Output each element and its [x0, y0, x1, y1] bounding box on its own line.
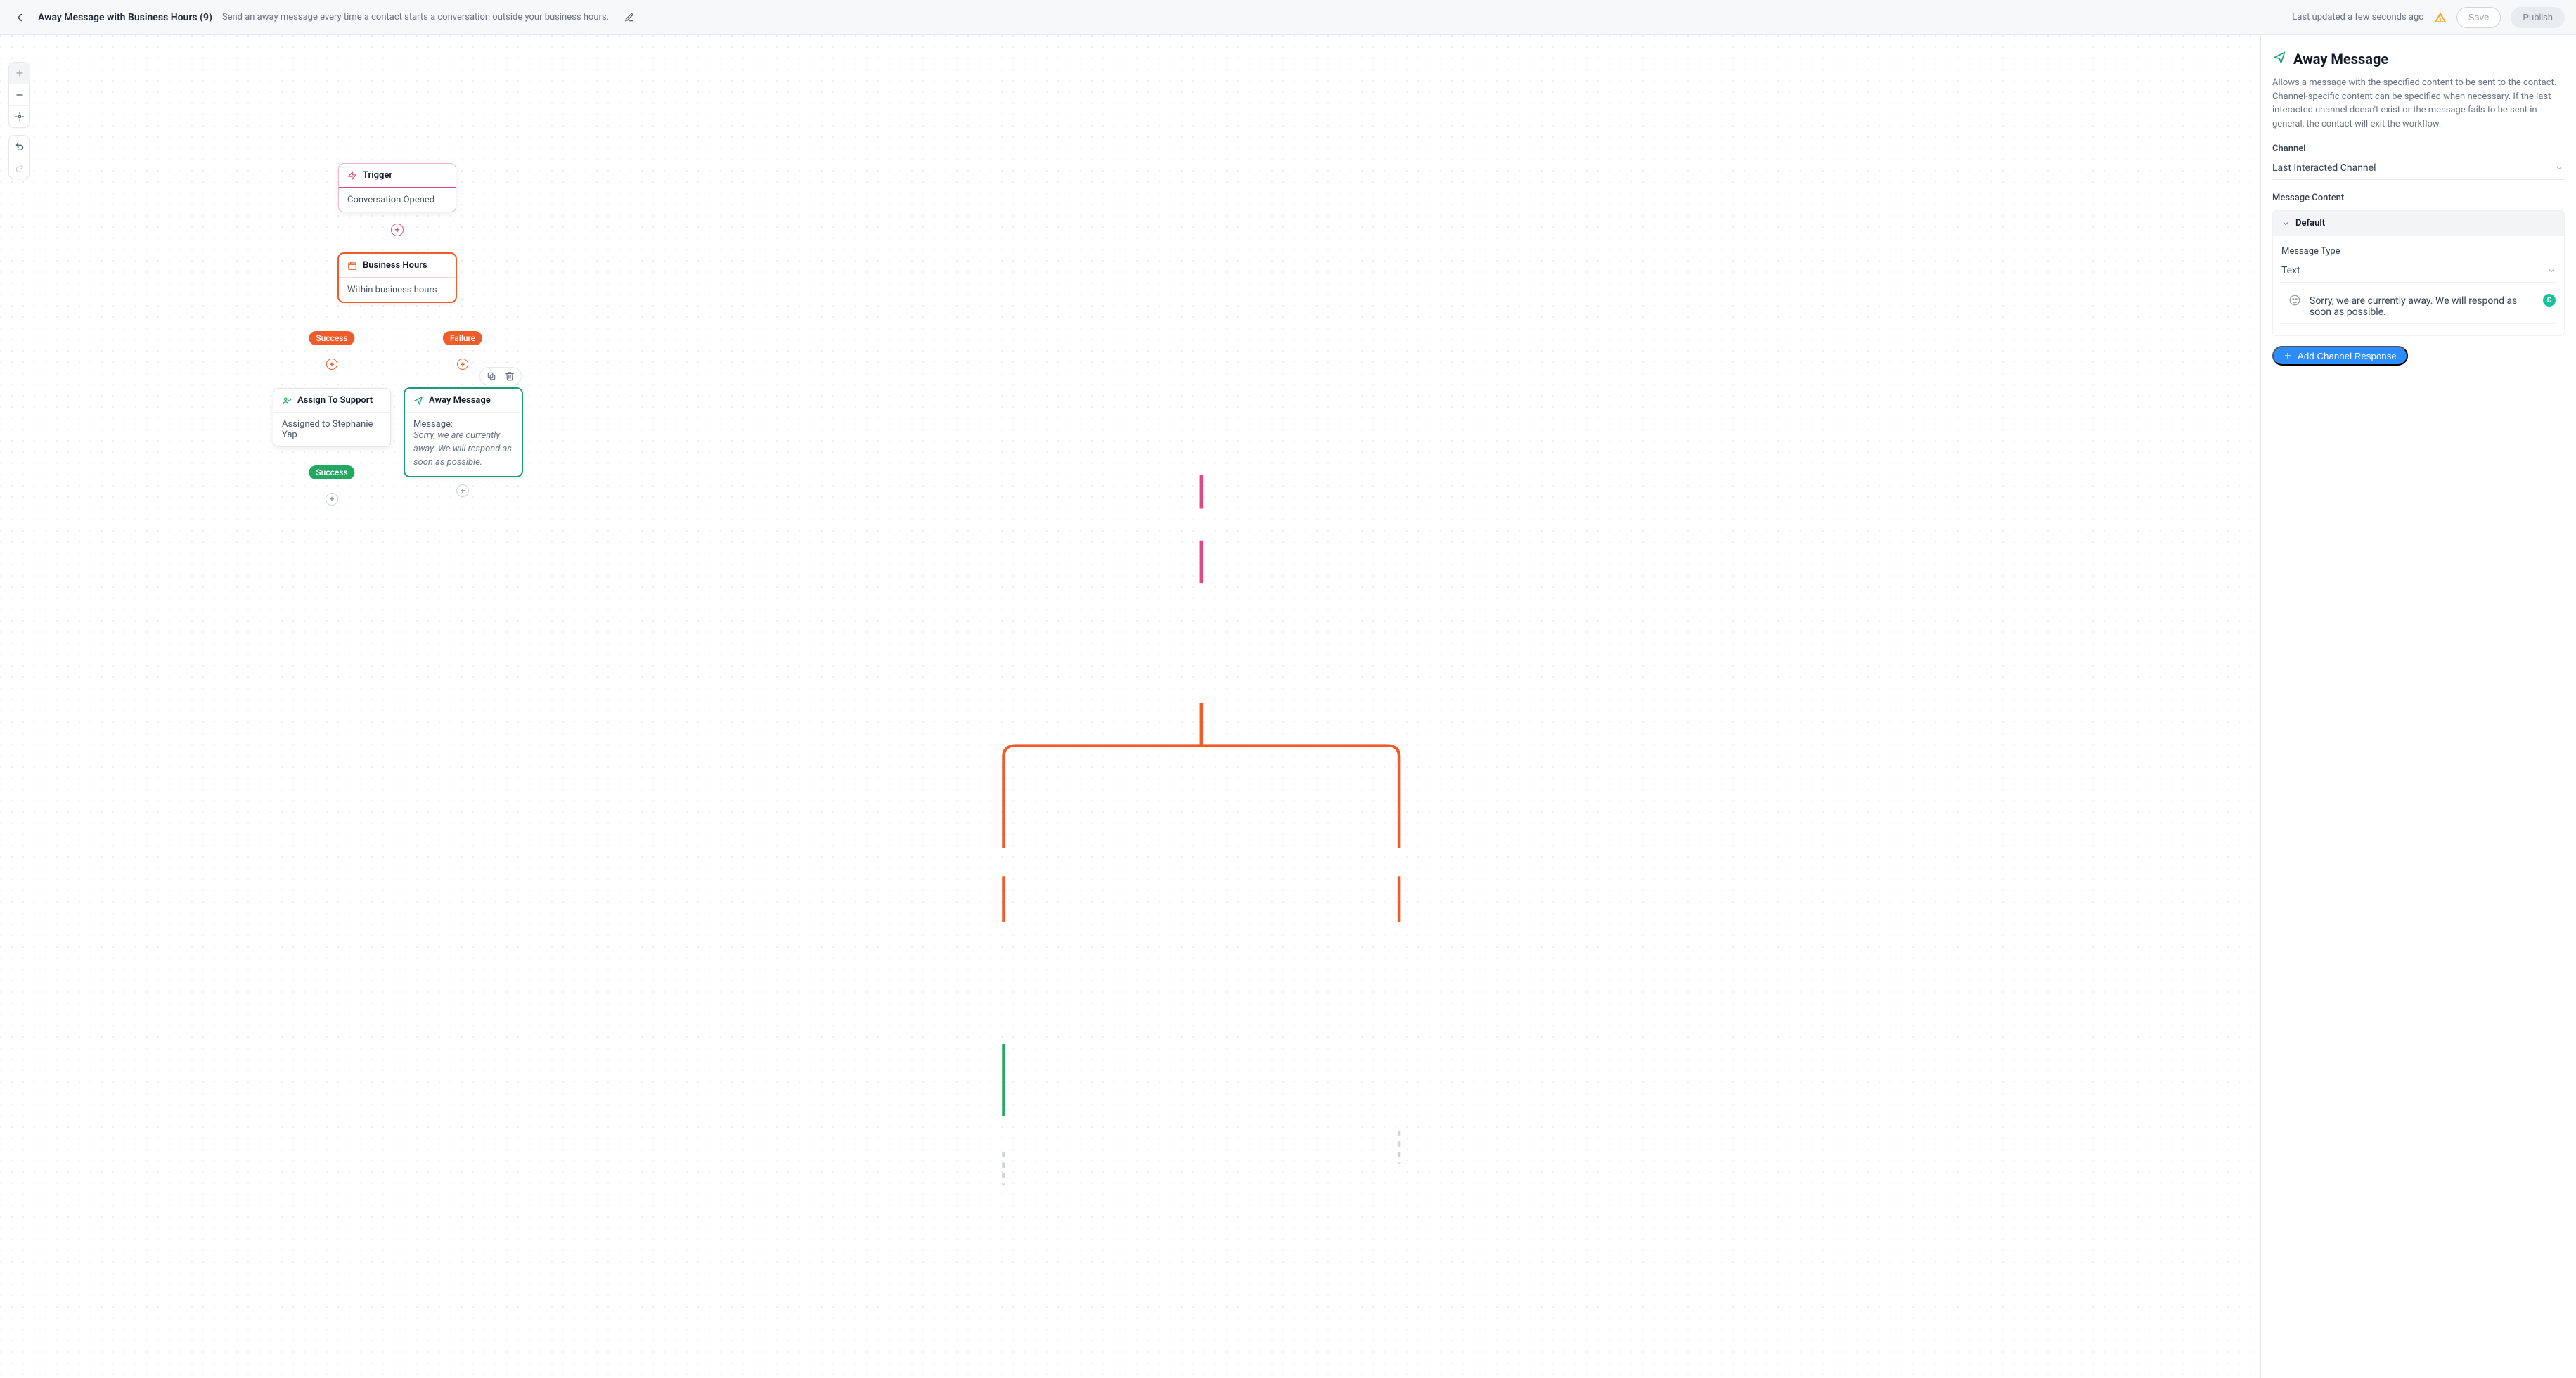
add-step-button[interactable]: + — [326, 359, 337, 370]
away-msg-label: Message: — [413, 419, 513, 430]
emoji-picker-button[interactable] — [2288, 294, 2301, 309]
workflow-subtitle: Send an away message every time a contac… — [222, 12, 609, 22]
calendar-icon — [347, 261, 357, 271]
node-subtitle: Conversation Opened — [339, 188, 456, 212]
back-button[interactable]: back — [11, 9, 28, 26]
plus-icon — [2284, 352, 2292, 360]
message-type-label: Message Type — [2281, 246, 2556, 257]
right-panel: Away Message Allows a message with the s… — [2261, 35, 2576, 1378]
save-button[interactable]: Save — [2456, 7, 2501, 28]
away-msg-text: Sorry, we are currently away. We will re… — [413, 430, 513, 470]
message-type-value: Text — [2281, 265, 2300, 276]
user-assign-icon — [282, 396, 292, 406]
workflow-canvas[interactable]: Trigger Conversation Opened + Business H… — [0, 35, 2261, 1378]
last-updated-label: Last updated a few seconds ago — [2292, 12, 2423, 22]
add-channel-response-button[interactable]: Add Channel Response — [2272, 346, 2408, 366]
chevron-down-icon — [2547, 266, 2556, 275]
node-business-hours[interactable]: Business Hours Within business hours — [338, 253, 456, 302]
grammarly-badge[interactable]: G — [2543, 294, 2556, 307]
node-title: Away Message — [429, 395, 491, 406]
branch-success-pill: Success — [309, 465, 354, 479]
delete-node-button[interactable] — [504, 371, 515, 382]
node-subtitle: Assigned to Stephanie Yap — [273, 412, 390, 446]
node-away-message[interactable]: Away Message Message: Sorry, we are curr… — [404, 388, 522, 477]
message-content-label: Message Content — [2272, 193, 2565, 203]
add-step-button[interactable]: + — [326, 493, 338, 506]
bolt-icon — [347, 171, 357, 181]
channel-value: Last Interacted Channel — [2272, 162, 2376, 174]
add-step-button[interactable]: + — [457, 359, 468, 370]
branch-success-pill: Success — [309, 331, 354, 345]
zoom-in-button[interactable] — [9, 63, 30, 84]
duplicate-node-button[interactable] — [486, 371, 497, 382]
workflow-title: Away Message with Business Hours (9) — [38, 12, 212, 23]
canvas-wires — [0, 35, 2260, 1378]
send-icon — [413, 396, 423, 406]
publish-button[interactable]: Publish — [2511, 7, 2565, 28]
canvas-tools — [8, 62, 30, 179]
channel-select[interactable]: Last Interacted Channel — [2272, 158, 2565, 180]
edit-title-button[interactable] — [622, 10, 637, 25]
default-label: Default — [2295, 218, 2325, 228]
node-toolbar — [479, 367, 522, 385]
node-assign[interactable]: Assign To Support Assigned to Stephanie … — [273, 388, 391, 447]
recenter-button[interactable] — [9, 106, 30, 127]
panel-description: Allows a message with the specified cont… — [2272, 76, 2565, 131]
app-header: back Away Message with Business Hours (9… — [0, 0, 2576, 35]
warning-icon[interactable] — [2434, 11, 2447, 24]
default-accordion-header[interactable]: Default — [2272, 210, 2565, 236]
node-title: Trigger — [363, 170, 392, 181]
node-title: Assign To Support — [297, 395, 373, 406]
message-text-input[interactable]: Sorry, we are currently away. We will re… — [2310, 294, 2535, 318]
zoom-out-button[interactable] — [9, 84, 30, 105]
node-subtitle: Within business hours — [339, 278, 456, 302]
pencil-icon — [624, 13, 634, 22]
chevron-down-icon — [2281, 219, 2290, 228]
channel-label: Channel — [2272, 143, 2565, 154]
branch-failure-pill: Failure — [443, 331, 482, 345]
send-icon — [2272, 51, 2286, 67]
message-type-select[interactable]: Text — [2281, 261, 2556, 283]
undo-button[interactable] — [9, 136, 30, 157]
chevron-down-icon — [2555, 164, 2563, 172]
add-step-button[interactable]: + — [391, 224, 404, 236]
add-step-button[interactable]: + — [456, 484, 469, 497]
redo-button[interactable] — [9, 157, 30, 179]
node-title: Business Hours — [363, 260, 427, 271]
panel-title: Away Message — [2293, 51, 2388, 67]
node-trigger[interactable]: Trigger Conversation Opened — [338, 163, 456, 212]
